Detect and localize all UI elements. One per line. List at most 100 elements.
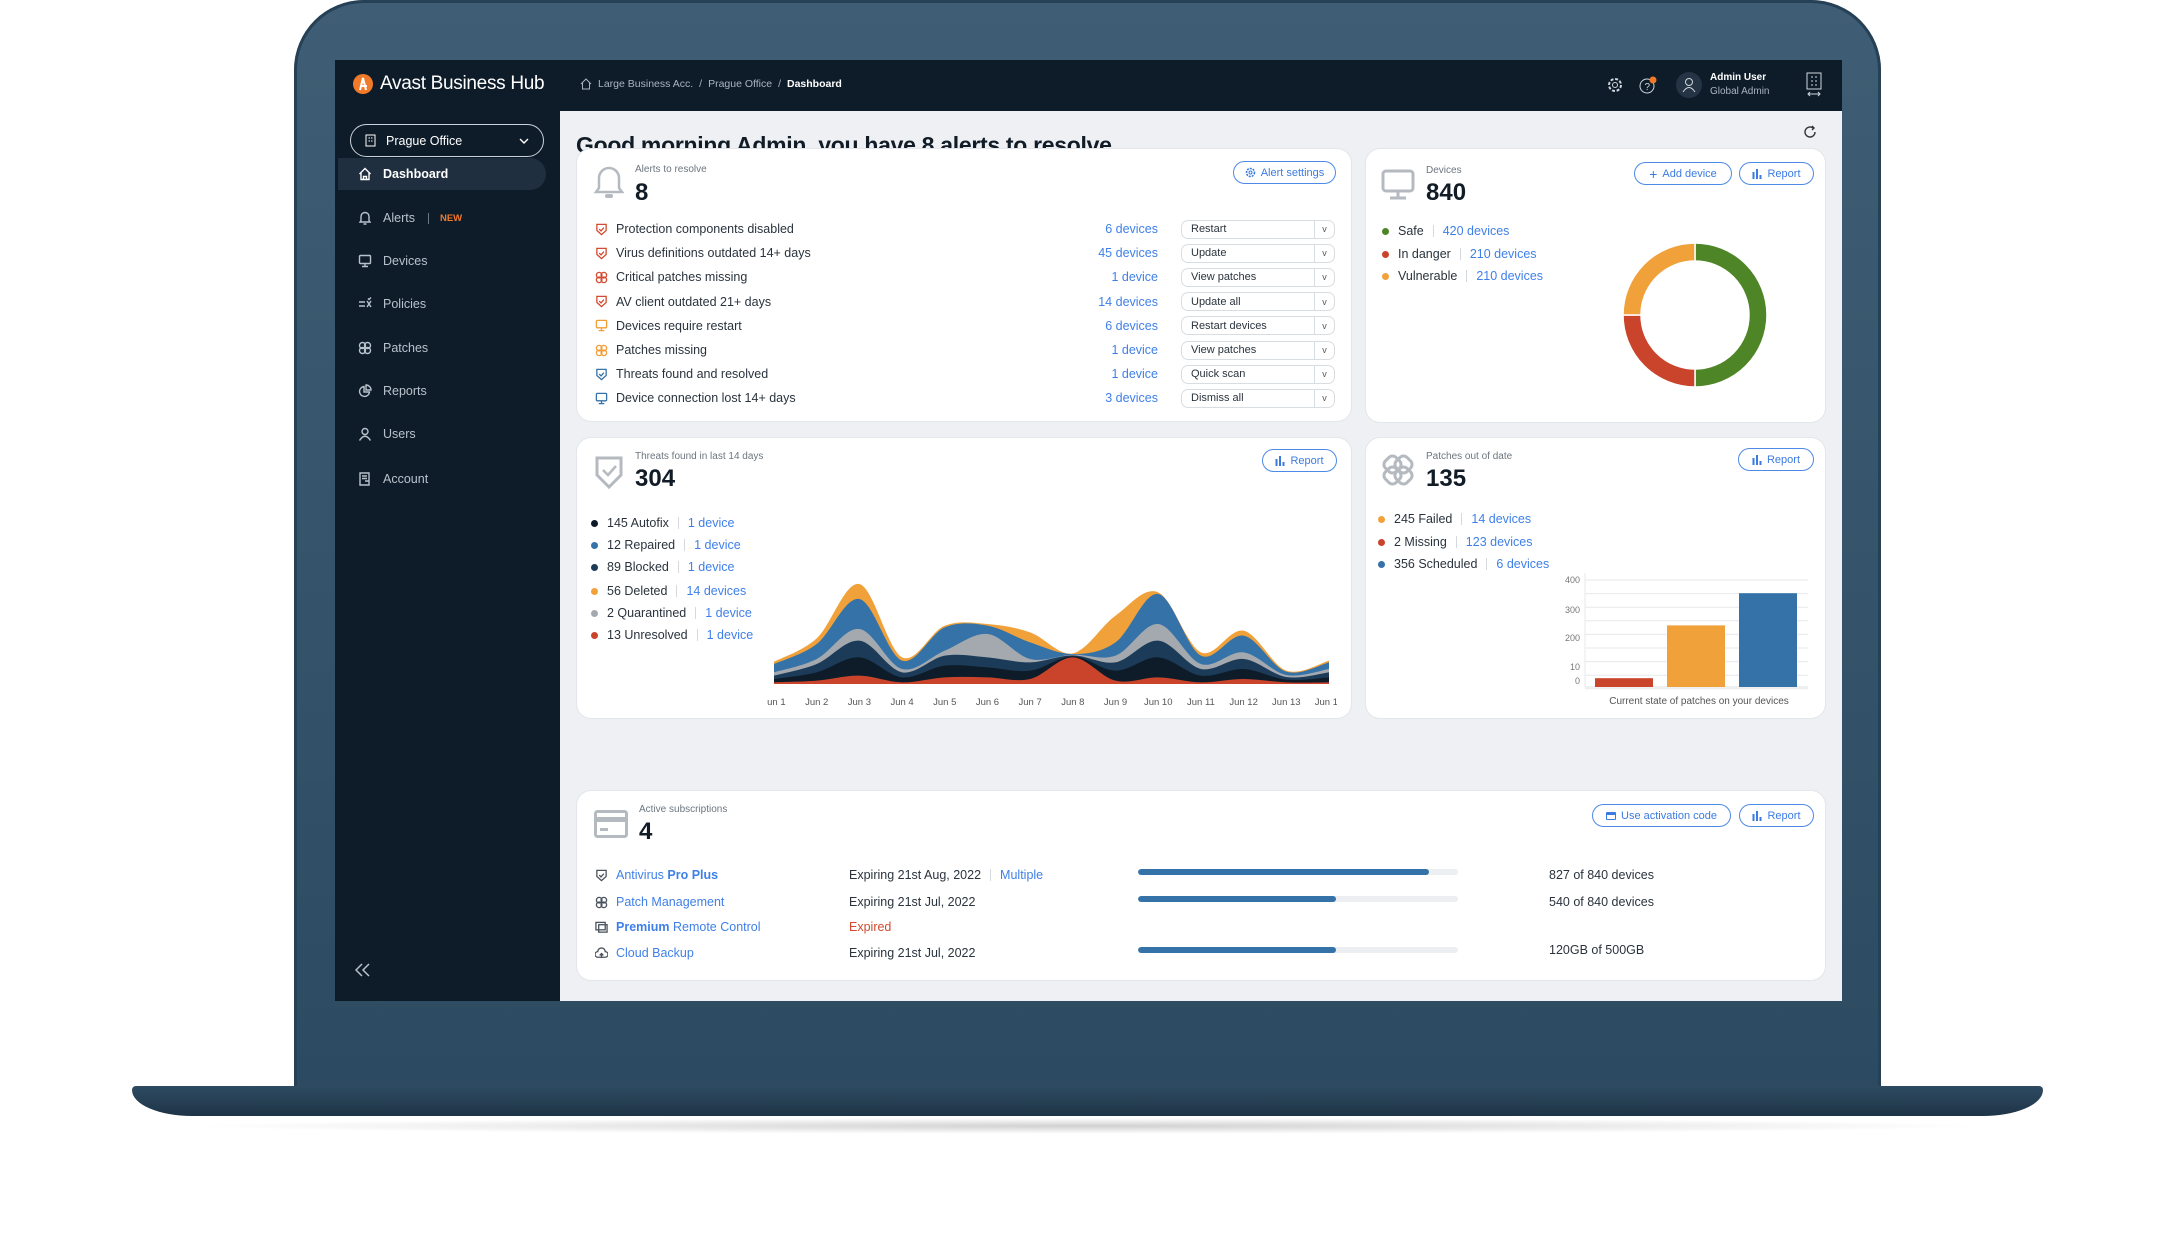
alert-settings-button[interactable]: Alert settings — [1233, 161, 1336, 184]
shield-icon — [596, 869, 607, 881]
alert-action-dropdown[interactable]: Dismiss all v — [1181, 388, 1335, 408]
switch-company-icon[interactable] — [1805, 72, 1823, 98]
legend-devices-link[interactable]: 210 devices — [1476, 269, 1543, 283]
subscription-usage-bar — [1138, 896, 1458, 902]
threats-legend-item: 12 Repaired 1 device — [591, 535, 741, 555]
sidebar-item-dashboard[interactable]: Dashboard — [338, 158, 546, 190]
shield-icon — [596, 223, 607, 235]
sidebar-item-label: Dashboard — [383, 167, 449, 181]
donut-slice-safe[interactable] — [1694, 242, 1768, 388]
laptop-shadow — [180, 1118, 1995, 1134]
bar-missing[interactable] — [1595, 678, 1653, 687]
threats-legend-item: 13 Unresolved 1 device — [591, 625, 753, 645]
sidebar-item-reports[interactable]: Reports — [338, 375, 546, 407]
alert-devices-link[interactable]: 6 devices — [1105, 316, 1158, 336]
alert-row: Virus definitions outdated 14+ days — [595, 243, 811, 263]
breadcrumb-item[interactable]: Large Business Acc. — [598, 78, 693, 90]
brand-name: Avast Business Hub — [380, 73, 545, 94]
patches-report-button[interactable]: Report — [1738, 448, 1814, 471]
shield-check-icon — [595, 456, 623, 489]
help-button[interactable]: ? — [1639, 76, 1657, 94]
alert-action-dropdown[interactable]: Restart devices v — [1181, 316, 1335, 336]
alerts-card: Alerts to resolve 8 Alert settings Prote… — [577, 149, 1351, 421]
breadcrumb-item[interactable]: Prague Office — [708, 78, 772, 90]
gear-icon[interactable] — [1607, 77, 1623, 93]
subscription-multiple-link[interactable]: Multiple — [1000, 868, 1043, 882]
legend-devices-link[interactable]: 123 devices — [1466, 535, 1533, 549]
patches-legend-item: 2 Missing 123 devices — [1378, 532, 1533, 552]
legend-devices-link[interactable]: 210 devices — [1470, 247, 1537, 261]
app-screen: Avast Business Hub Large Business Acc. / … — [335, 60, 1842, 1001]
alert-action-dropdown[interactable]: View patches v — [1181, 340, 1335, 360]
bar-scheduled[interactable] — [1739, 593, 1797, 687]
add-device-button[interactable]: + Add device — [1634, 162, 1732, 185]
alert-action-dropdown[interactable]: Quick scan v — [1181, 364, 1335, 384]
use-activation-code-button[interactable]: Use activation code — [1592, 804, 1731, 827]
sidebar-item-label: Devices — [383, 254, 428, 268]
y-tick-label: 200 — [1565, 633, 1580, 643]
subscription-name-link[interactable]: Patch Management — [616, 895, 724, 909]
legend-devices-link[interactable]: 14 devices — [686, 584, 746, 598]
legend-devices-link[interactable]: 6 devices — [1496, 557, 1549, 571]
alert-action-dropdown[interactable]: Update all v — [1181, 292, 1335, 312]
subscription-name-link[interactable]: Cloud Backup — [616, 946, 694, 960]
threats-report-button[interactable]: Report — [1262, 449, 1337, 472]
devices-report-button[interactable]: Report — [1739, 162, 1814, 185]
legend-devices-link[interactable]: 1 device — [705, 606, 752, 620]
chevron-down-icon[interactable]: v — [1314, 293, 1334, 311]
chevron-down-icon[interactable]: v — [1314, 244, 1334, 262]
collapse-sidebar-icon[interactable] — [355, 963, 371, 977]
alert-text: Devices require restart — [616, 318, 742, 333]
threats-count: 304 — [635, 465, 676, 492]
alert-devices-link[interactable]: 6 devices — [1105, 219, 1158, 239]
office-selector[interactable]: Prague Office — [350, 124, 544, 157]
sidebar-item-account[interactable]: Account — [338, 463, 546, 495]
alert-devices-link[interactable]: 3 devices — [1105, 388, 1158, 408]
sidebar-item-policies[interactable]: Policies — [338, 288, 546, 320]
alert-action-label: Dismiss all — [1191, 392, 1244, 405]
legend-devices-link[interactable]: 1 device — [688, 560, 735, 574]
alert-action-dropdown[interactable]: View patches v — [1181, 267, 1335, 287]
chevron-down-icon[interactable]: v — [1314, 268, 1334, 286]
donut-slice-vulnerable[interactable] — [1622, 242, 1696, 316]
alert-action-dropdown[interactable]: Restart v — [1181, 219, 1335, 239]
alert-text: Device connection lost 14+ days — [616, 391, 796, 406]
patches-icon — [595, 344, 608, 356]
legend-devices-link[interactable]: 1 device — [694, 538, 741, 552]
sidebar-item-devices[interactable]: Devices — [338, 245, 546, 277]
alert-devices-link[interactable]: 45 devices — [1098, 243, 1158, 263]
subscription-expiry: Expiring 21st Aug, 2022 — [849, 868, 982, 882]
legend-devices-link[interactable]: 1 device — [688, 516, 735, 530]
avatar[interactable] — [1676, 72, 1702, 98]
alert-devices-link[interactable]: 1 device — [1111, 267, 1158, 287]
alert-devices-link[interactable]: 1 device — [1111, 364, 1158, 384]
chevron-down-icon[interactable]: v — [1314, 341, 1334, 359]
bar-chart-icon — [1275, 455, 1285, 466]
sidebar-item-patches[interactable]: Patches — [338, 332, 546, 364]
alert-devices-link[interactable]: 14 devices — [1098, 292, 1158, 312]
donut-slice-in-danger[interactable] — [1622, 314, 1696, 388]
bar-failed[interactable] — [1667, 625, 1725, 687]
alert-devices-link[interactable]: 1 device — [1111, 340, 1158, 360]
chevron-down-icon[interactable]: v — [1314, 365, 1334, 383]
legend-dot — [1378, 515, 1385, 523]
chevron-down-icon[interactable]: v — [1314, 220, 1334, 238]
refresh-icon[interactable] — [1803, 125, 1817, 139]
legend-devices-link[interactable]: 14 devices — [1471, 512, 1531, 526]
y-tick-label: 400 — [1565, 575, 1580, 585]
brand-logo[interactable]: Avast Business Hub — [352, 73, 545, 95]
x-tick-label: Jun 4 — [890, 697, 913, 708]
chevron-down-icon[interactable]: v — [1314, 317, 1334, 335]
subscription-name-link[interactable]: Premium Remote Control — [616, 920, 761, 934]
sidebar-item-users[interactable]: Users — [338, 418, 546, 450]
shield-icon — [596, 368, 607, 381]
chevron-down-icon[interactable]: v — [1314, 389, 1334, 407]
user-info[interactable]: Admin User Global Admin — [1710, 71, 1769, 99]
sidebar-item-alerts[interactable]: Alerts NEW — [338, 202, 546, 234]
bar-chart-icon — [1752, 810, 1762, 821]
subscriptions-report-button[interactable]: Report — [1739, 804, 1814, 827]
alert-action-dropdown[interactable]: Update v — [1181, 243, 1335, 263]
legend-devices-link[interactable]: 1 device — [707, 628, 754, 642]
subscription-name-link[interactable]: Antivirus Pro Plus — [616, 868, 718, 882]
legend-devices-link[interactable]: 420 devices — [1443, 224, 1510, 238]
